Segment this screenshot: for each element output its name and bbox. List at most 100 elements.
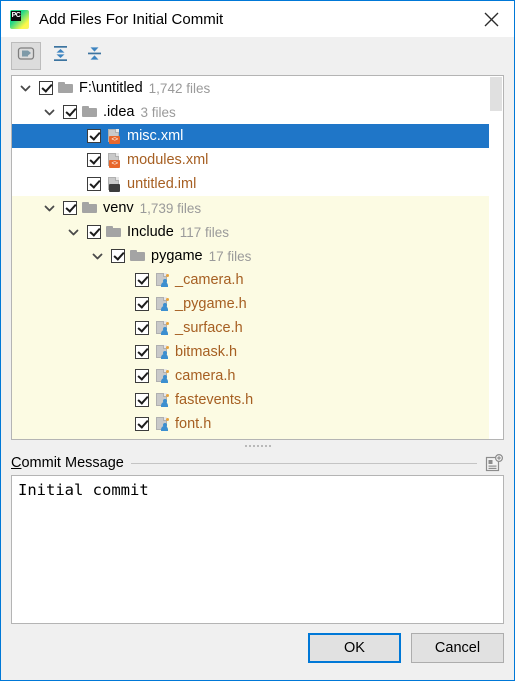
commit-message-label-mnemonic: C [11, 455, 22, 471]
row-checkbox[interactable] [135, 297, 149, 311]
tree-row-label: pygame [151, 248, 203, 264]
folder-toggle-icon [17, 45, 36, 67]
row-checkbox[interactable] [111, 249, 125, 263]
tree-row[interactable]: bitmask.h [12, 340, 503, 364]
commit-message-history-icon[interactable] [484, 453, 504, 472]
row-checkbox[interactable] [63, 105, 77, 119]
dialog-button-bar: OK Cancel [1, 624, 514, 680]
tree-row[interactable]: F:\untitled 1,742 files [12, 76, 503, 100]
tree-row-label: camera.h [175, 368, 236, 384]
row-checkbox[interactable] [135, 273, 149, 287]
row-checkbox[interactable] [135, 393, 149, 407]
commit-message-header: Commit Message [11, 451, 504, 475]
row-checkbox[interactable] [63, 201, 77, 215]
section-divider [130, 462, 477, 464]
tree-row-label: untitled.iml [127, 176, 197, 192]
folder-icon [106, 224, 122, 240]
folder-icon [58, 80, 74, 96]
panel-splitter[interactable] [11, 440, 504, 451]
tree-row[interactable]: fastevents.h [12, 388, 503, 412]
chevron-down-icon[interactable] [42, 201, 57, 216]
tree-row-file-count: 1,739 files [139, 200, 202, 216]
tree-row[interactable]: pygame 17 files [12, 244, 503, 268]
tree-row-file-count: 3 files [140, 104, 176, 120]
tree-row-label: font.h [175, 416, 212, 432]
folder-icon [82, 104, 98, 120]
header-file-icon [154, 296, 170, 312]
row-checkbox[interactable] [87, 177, 101, 191]
tree-row-label: .idea [103, 104, 135, 120]
xml-file-icon: <> [106, 128, 122, 144]
close-icon[interactable] [468, 1, 514, 37]
row-checkbox[interactable] [135, 369, 149, 383]
tree-row-file-count: 17 files [208, 248, 252, 264]
tree-row[interactable]: _pygame.h [12, 292, 503, 316]
dialog-window: PC Add Files For Initial Commit F:\untit… [0, 0, 515, 681]
window-title: Add Files For Initial Commit [39, 10, 224, 28]
tree-row[interactable]: <> misc.xml [12, 124, 503, 148]
xml-file-icon: <> [106, 152, 122, 168]
header-file-icon [154, 344, 170, 360]
row-checkbox[interactable] [87, 153, 101, 167]
row-checkbox[interactable] [135, 345, 149, 359]
splitter-grip [244, 443, 271, 448]
tree-row-label: bitmask.h [175, 344, 238, 360]
folder-icon [82, 200, 98, 216]
file-tree: F:\untitled 1,742 files .idea 3 files <> misc… [12, 76, 503, 439]
tree-row[interactable]: _surface.h [12, 316, 503, 340]
tree-row[interactable]: _camera.h [12, 268, 503, 292]
tree-row-label: fastevents.h [175, 392, 254, 408]
expand-all-button[interactable] [45, 42, 75, 70]
tree-row-label: _surface.h [175, 320, 243, 336]
tree-row[interactable]: freetype.h [12, 436, 503, 439]
chevron-down-icon[interactable] [42, 105, 57, 120]
tree-row-label: modules.xml [127, 152, 209, 168]
file-tree-panel[interactable]: F:\untitled 1,742 files .idea 3 files <> misc… [11, 75, 504, 440]
commit-message-text: Initial commit [18, 481, 149, 499]
tree-row-label: misc.xml [127, 128, 184, 144]
tree-toolbar [11, 37, 504, 75]
header-file-icon [154, 416, 170, 432]
expand-all-icon [51, 44, 70, 68]
header-file-icon [154, 272, 170, 288]
tree-scrollbar-thumb[interactable] [490, 77, 502, 111]
dialog-body: F:\untitled 1,742 files .idea 3 files <> misc… [1, 37, 514, 624]
tree-row-label: _camera.h [175, 272, 244, 288]
header-file-icon [154, 368, 170, 384]
ok-button[interactable]: OK [308, 633, 401, 663]
tree-row-label: F:\untitled [79, 80, 143, 96]
tree-row-label: _pygame.h [175, 296, 247, 312]
pycharm-icon-label: PC [11, 10, 21, 21]
title-bar: PC Add Files For Initial Commit [1, 1, 514, 37]
commit-message-label: Commit Message [11, 455, 124, 471]
tree-row[interactable]: venv 1,739 files [12, 196, 503, 220]
cancel-button[interactable]: Cancel [411, 633, 504, 663]
iml-file-icon [106, 176, 122, 192]
chevron-down-icon[interactable] [66, 225, 81, 240]
chevron-down-icon[interactable] [90, 249, 105, 264]
commit-message-label-rest: ommit Message [21, 455, 124, 471]
show-directories-button[interactable] [11, 42, 41, 70]
row-checkbox[interactable] [135, 321, 149, 335]
commit-message-input[interactable]: Initial commit [11, 475, 504, 624]
tree-row[interactable]: camera.h [12, 364, 503, 388]
folder-icon [130, 248, 146, 264]
chevron-down-icon[interactable] [18, 81, 33, 96]
tree-row[interactable]: untitled.iml [12, 172, 503, 196]
row-checkbox[interactable] [39, 81, 53, 95]
collapse-all-icon [85, 44, 104, 68]
tree-row-label: Include [127, 224, 174, 240]
collapse-all-button[interactable] [79, 42, 109, 70]
row-checkbox[interactable] [87, 129, 101, 143]
tree-scrollbar[interactable] [489, 76, 503, 439]
pycharm-icon: PC [10, 9, 29, 29]
tree-row[interactable]: .idea 3 files [12, 100, 503, 124]
tree-row[interactable]: Include 117 files [12, 220, 503, 244]
tree-row[interactable]: <> modules.xml [12, 148, 503, 172]
row-checkbox[interactable] [135, 417, 149, 431]
row-checkbox[interactable] [87, 225, 101, 239]
tree-row-file-count: 117 files [179, 224, 230, 240]
tree-row[interactable]: font.h [12, 412, 503, 436]
tree-row-file-count: 1,742 files [148, 80, 211, 96]
tree-row-label: venv [103, 200, 134, 216]
